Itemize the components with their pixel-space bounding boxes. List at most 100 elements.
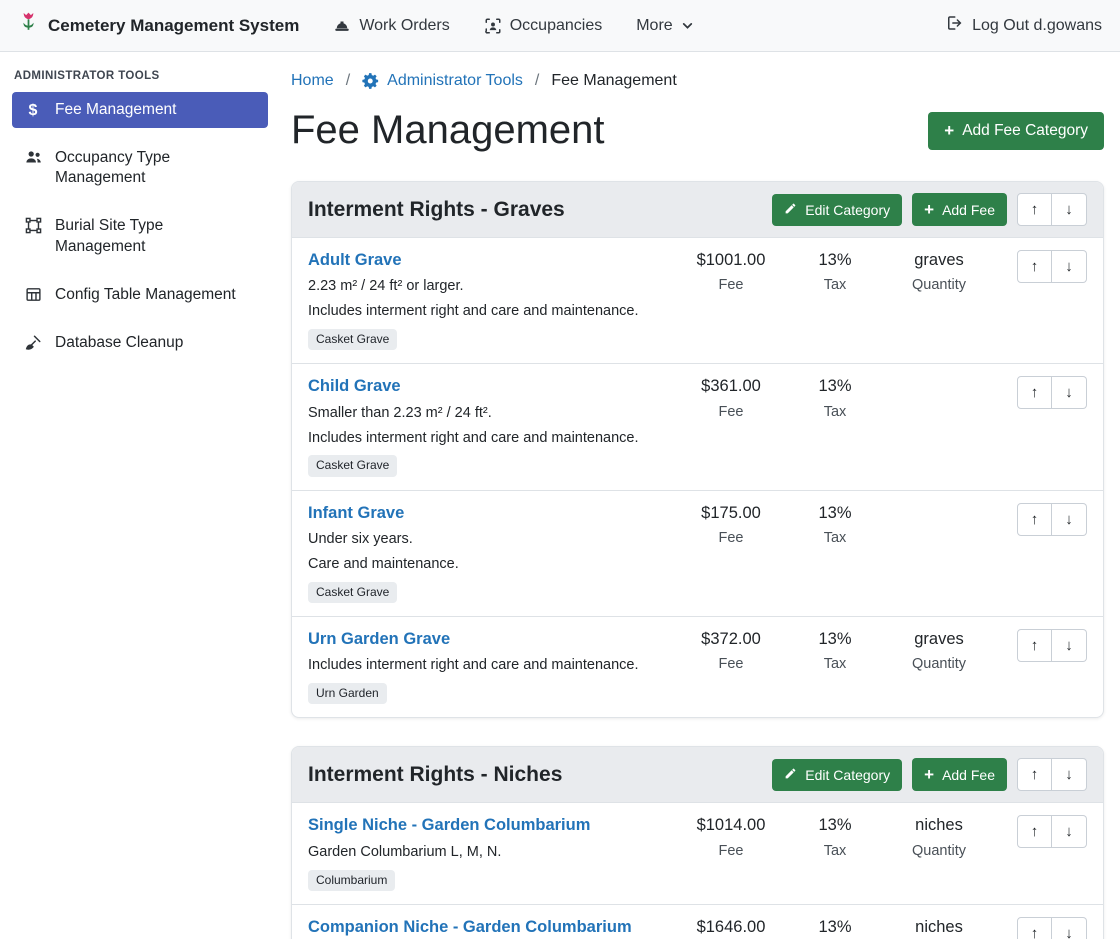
fee-amount-cell: $372.00 Fee (675, 629, 787, 672)
category-title: Interment Rights - Niches (308, 763, 562, 787)
add-fee-button[interactable]: + Add Fee (912, 758, 1007, 791)
fee-reorder-controls: ↑ ↓ (995, 629, 1087, 662)
table-icon (22, 286, 44, 303)
breadcrumb-admin-tools-link[interactable]: Administrator Tools (362, 72, 523, 90)
pencil-icon (784, 767, 797, 783)
quantity-label: Quantity (883, 277, 995, 293)
move-fee-up-button[interactable]: ↑ (1017, 503, 1052, 536)
move-category-up-button[interactable]: ↑ (1017, 758, 1052, 791)
fee-type-badge: Casket Grave (308, 582, 397, 603)
category-reorder-controls: ↑ ↓ (1017, 758, 1087, 791)
sidebar-item-occupancy-type-management[interactable]: Occupancy Type Management (12, 140, 268, 196)
fee-name-link[interactable]: Child Grave (308, 377, 401, 395)
fee-type-badge: Casket Grave (308, 329, 397, 350)
fee-type-badge: Urn Garden (308, 683, 387, 704)
tax-value: 13% (787, 250, 883, 271)
move-fee-down-button[interactable]: ↓ (1052, 629, 1087, 662)
nav-work-orders[interactable]: Work Orders (333, 17, 449, 35)
quantity-label: Quantity (883, 656, 995, 672)
fee-row-child-grave: Child Grave Smaller than 2.23 m² / 24 ft… (292, 363, 1103, 489)
quantity-unit: graves (883, 250, 995, 271)
fee-description: Smaller than 2.23 m² / 24 ft². (308, 404, 675, 423)
fee-category-card-niches: Interment Rights - Niches Edit Category … (291, 746, 1104, 939)
fee-name-link[interactable]: Adult Grave (308, 251, 402, 269)
fee-info: Companion Niche - Garden Columbarium Gar… (308, 917, 675, 939)
app-brand[interactable]: Cemetery Management System (18, 11, 299, 41)
move-category-down-button[interactable]: ↓ (1052, 758, 1087, 791)
logout-button[interactable]: Log Out d.gowans (945, 14, 1102, 37)
fee-name-link[interactable]: Single Niche - Garden Columbarium (308, 816, 590, 834)
fee-amount: $175.00 (675, 503, 787, 524)
move-fee-down-button[interactable]: ↓ (1052, 376, 1087, 409)
sidebar-item-config-table-management[interactable]: Config Table Management (12, 277, 268, 313)
fee-info: Urn Garden Grave Includes interment righ… (308, 629, 675, 704)
sidebar-item-burial-site-type-management[interactable]: Burial Site Type Management (12, 208, 268, 264)
chevron-down-icon (681, 19, 694, 32)
nav-occupancies[interactable]: Occupancies (484, 17, 603, 35)
fee-amount-label: Fee (675, 530, 787, 546)
top-navbar: Cemetery Management System Work Orders (0, 0, 1120, 52)
pencil-icon (784, 202, 797, 218)
move-fee-up-button[interactable]: ↑ (1017, 629, 1052, 662)
move-fee-up-button[interactable]: ↑ (1017, 250, 1052, 283)
sidebar-item-label: Fee Management (55, 100, 177, 120)
category-header: Interment Rights - Graves Edit Category … (292, 182, 1103, 238)
vector-square-icon (22, 217, 44, 234)
edit-category-label: Edit Category (805, 202, 890, 218)
fee-row-adult-grave: Adult Grave 2.23 m² / 24 ft² or larger. … (292, 238, 1103, 363)
move-fee-down-button[interactable]: ↓ (1052, 815, 1087, 848)
app-title: Cemetery Management System (48, 16, 299, 36)
move-fee-up-button[interactable]: ↑ (1017, 376, 1052, 409)
fee-info: Child Grave Smaller than 2.23 m² / 24 ft… (308, 376, 675, 476)
breadcrumb-separator: / (346, 72, 350, 90)
fee-name-link[interactable]: Infant Grave (308, 504, 404, 522)
fee-info: Single Niche - Garden Columbarium Garden… (308, 815, 675, 890)
dollar-icon: $ (22, 101, 44, 120)
fee-name-link[interactable]: Companion Niche - Garden Columbarium (308, 918, 632, 936)
edit-category-button[interactable]: Edit Category (772, 194, 902, 226)
move-fee-down-button[interactable]: ↓ (1052, 503, 1087, 536)
move-fee-down-button[interactable]: ↓ (1052, 917, 1087, 939)
gear-icon (362, 72, 380, 90)
sidebar-item-label: Database Cleanup (55, 333, 183, 353)
quantity-label: Quantity (883, 843, 995, 859)
fee-amount: $361.00 (675, 376, 787, 397)
quantity-unit: niches (883, 917, 995, 938)
tax-value: 13% (787, 917, 883, 938)
sidebar-item-database-cleanup[interactable]: Database Cleanup (12, 325, 268, 361)
sidebar-item-label: Occupancy Type Management (55, 148, 258, 188)
breadcrumb-home-link[interactable]: Home (291, 72, 334, 90)
add-fee-category-button[interactable]: + Add Fee Category (928, 112, 1104, 150)
move-fee-up-button[interactable]: ↑ (1017, 815, 1052, 848)
fee-amount-cell: $1001.00 Fee (675, 250, 787, 293)
fee-info: Infant Grave Under six years. Care and m… (308, 503, 675, 603)
quantity-cell: graves Quantity (883, 629, 995, 672)
hard-hat-icon (333, 17, 351, 35)
nav-more-label: More (636, 17, 672, 35)
quantity-cell: niches Quantity (883, 917, 995, 939)
plus-icon: + (924, 201, 934, 218)
category-actions: Edit Category + Add Fee ↑ ↓ (772, 758, 1087, 791)
fee-description: Includes interment right and care and ma… (308, 656, 675, 675)
quantity-cell: niches Quantity (883, 815, 995, 858)
move-fee-down-button[interactable]: ↓ (1052, 250, 1087, 283)
fee-row-single-niche: Single Niche - Garden Columbarium Garden… (292, 803, 1103, 903)
nav-more[interactable]: More (636, 17, 693, 35)
sidebar: ADMINISTRATOR TOOLS $ Fee Management Occ… (0, 52, 280, 939)
fee-amount-label: Fee (675, 277, 787, 293)
fee-name-link[interactable]: Urn Garden Grave (308, 630, 450, 648)
category-title: Interment Rights - Graves (308, 198, 565, 222)
nav-work-orders-label: Work Orders (359, 17, 449, 35)
move-fee-up-button[interactable]: ↑ (1017, 917, 1052, 939)
move-category-down-button[interactable]: ↓ (1052, 193, 1087, 226)
add-fee-button[interactable]: + Add Fee (912, 193, 1007, 226)
edit-category-button[interactable]: Edit Category (772, 759, 902, 791)
fee-amount: $1001.00 (675, 250, 787, 271)
fee-reorder-controls: ↑ ↓ (995, 917, 1087, 939)
fee-type-badge: Columbarium (308, 870, 395, 891)
tulip-logo-icon (18, 11, 39, 41)
fee-reorder-controls: ↑ ↓ (995, 815, 1087, 848)
fee-row-infant-grave: Infant Grave Under six years. Care and m… (292, 490, 1103, 616)
move-category-up-button[interactable]: ↑ (1017, 193, 1052, 226)
sidebar-item-fee-management[interactable]: $ Fee Management (12, 92, 268, 128)
